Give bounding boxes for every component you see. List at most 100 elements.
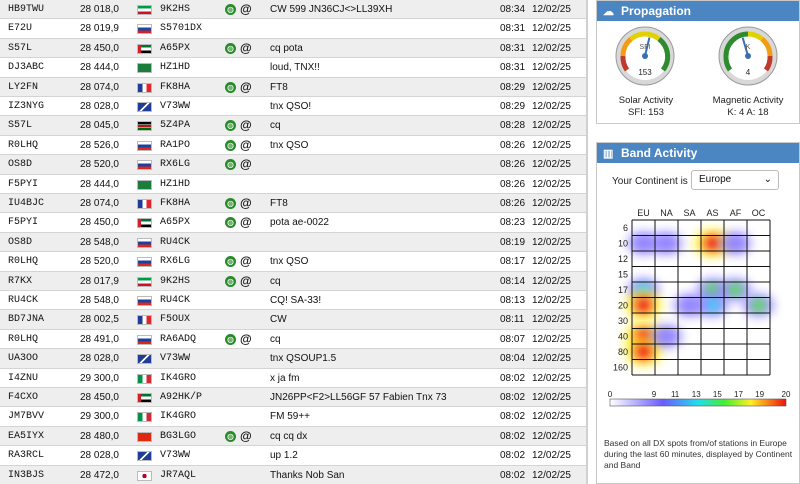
- spotter-call[interactable]: R0LHQ: [8, 330, 38, 349]
- dx-call[interactable]: A92HK/P: [160, 388, 202, 407]
- dx-call[interactable]: HZ1HD: [160, 58, 190, 77]
- globe-icon[interactable]: ◍: [225, 333, 236, 345]
- spotter-call[interactable]: S57L: [8, 116, 32, 135]
- dx-call[interactable]: 9K2HS: [160, 0, 190, 19]
- spot-row[interactable]: LY2FN 28 074,0 FK8HA ◍ @ FT8 08:29 12/02/25: [0, 77, 588, 97]
- dx-call[interactable]: 5Z4PA: [160, 116, 190, 135]
- email-at-icon[interactable]: @: [240, 116, 252, 135]
- spot-row[interactable]: R0LHQ 28 526,0 RA1PO ◍ @ tnx QSO 08:26 12/02/25: [0, 135, 588, 156]
- dx-call[interactable]: 9K2HS: [160, 272, 190, 291]
- dx-call[interactable]: RA1PO: [160, 136, 190, 155]
- email-at-icon[interactable]: @: [240, 252, 252, 271]
- spotter-call[interactable]: E72U: [8, 19, 32, 38]
- dx-call[interactable]: V73WW: [160, 349, 190, 368]
- email-at-icon[interactable]: @: [240, 330, 252, 349]
- email-at-icon[interactable]: @: [240, 213, 252, 232]
- spotter-call[interactable]: UA3OO: [8, 349, 38, 368]
- dx-call[interactable]: A65PX: [160, 213, 190, 232]
- spot-row[interactable]: OS8D 28 548,0 RU4CK 08:19 12/02/25: [0, 232, 588, 253]
- spot-row[interactable]: R7KX 28 017,9 9K2HS ◍ @ cq 08:14 12/02/25: [0, 271, 588, 291]
- dx-call[interactable]: V73WW: [160, 97, 190, 116]
- spot-row[interactable]: F5PYI 28 450,0 A65PX ◍ @ pota ae-0022 08:23 12/…: [0, 213, 588, 233]
- spot-row[interactable]: OS8D 28 520,0 RX6LG ◍ @08:26 12/02/25: [0, 155, 588, 175]
- dx-call[interactable]: S5701DX: [160, 19, 202, 38]
- spotter-call[interactable]: RU4CK: [8, 291, 38, 310]
- spotter-call[interactable]: R0LHQ: [8, 252, 38, 271]
- dx-call[interactable]: RX6LG: [160, 155, 190, 174]
- spotter-call[interactable]: F5PYI: [8, 213, 38, 232]
- spot-row[interactable]: E72U 28 019,9 S5701DX 08:31 12/02/25: [0, 19, 588, 39]
- dx-call[interactable]: A65PX: [160, 39, 190, 58]
- email-at-icon[interactable]: @: [240, 78, 252, 97]
- spotter-call[interactable]: F5PYI: [8, 175, 38, 194]
- spotter-call[interactable]: IU4BJC: [8, 194, 44, 213]
- email-at-icon[interactable]: @: [240, 194, 252, 213]
- spotter-call[interactable]: BD7JNA: [8, 310, 44, 329]
- spot-row[interactable]: DJ3ABC 28 444,0 HZ1HD loud, TNX!! 08:31 12/02…: [0, 58, 588, 78]
- dx-call[interactable]: RU4CK: [160, 291, 190, 310]
- spotter-call[interactable]: F4CXO: [8, 388, 38, 407]
- dx-call[interactable]: FK8HA: [160, 78, 190, 97]
- spotter-call[interactable]: IZ3NYG: [8, 97, 44, 116]
- spotter-call[interactable]: OS8D: [8, 233, 32, 252]
- spot-row[interactable]: BD7JNA 28 002,5 F5OUX CW 08:11 12/02/25: [0, 310, 588, 330]
- email-at-icon[interactable]: @: [240, 0, 252, 19]
- spotter-call[interactable]: R7KX: [8, 272, 32, 291]
- dx-call[interactable]: V73WW: [160, 446, 190, 465]
- spotter-call[interactable]: R0LHQ: [8, 136, 38, 155]
- globe-icon[interactable]: ◍: [225, 159, 236, 171]
- globe-icon[interactable]: ◍: [225, 198, 236, 209]
- globe-icon[interactable]: ◍: [225, 256, 236, 268]
- dx-call[interactable]: JR7AQL: [160, 466, 196, 484]
- email-at-icon[interactable]: @: [240, 136, 252, 155]
- spot-row[interactable]: S57L 28 045,0 5Z4PA ◍ @ cq 08:28 12/02/25: [0, 116, 588, 136]
- spot-row[interactable]: JM7BVV 29 300,0 IK4GRO FM 59++ 08:02 12/02/25: [0, 407, 588, 427]
- spot-row[interactable]: R0LHQ 28 491,0 RA6ADQ ◍ @ cq 08:07 12/02/25: [0, 329, 588, 350]
- email-at-icon[interactable]: @: [240, 272, 252, 291]
- spot-row[interactable]: IU4BJC 28 074,0 FK8HA ◍ @ FT8 08:26 12/02/25: [0, 194, 588, 214]
- globe-icon[interactable]: ◍: [225, 42, 236, 54]
- globe-icon[interactable]: ◍: [225, 120, 236, 132]
- email-at-icon[interactable]: @: [240, 155, 252, 174]
- dx-call[interactable]: RA6ADQ: [160, 330, 196, 349]
- globe-icon[interactable]: ◍: [225, 275, 236, 287]
- spotter-call[interactable]: EA5IYX: [8, 427, 44, 446]
- spotter-call[interactable]: OS8D: [8, 155, 32, 174]
- globe-icon[interactable]: ◍: [225, 217, 236, 229]
- spot-row[interactable]: F5PYI 28 444,0 HZ1HD 08:26 12/02/25: [0, 174, 588, 194]
- dx-call[interactable]: RX6LG: [160, 252, 190, 271]
- spotter-call[interactable]: IN3BJS: [8, 466, 44, 484]
- spot-row[interactable]: HB9TWU 28 018,0 9K2HS ◍ @ CW 599 JN36CJ<>LL39…: [0, 0, 588, 20]
- spotter-call[interactable]: JM7BVV: [8, 407, 44, 426]
- spot-row[interactable]: F4CXO 28 450,0 A92HK/P JN26PP<F2>LL56GF 57 …: [0, 388, 588, 408]
- dx-call[interactable]: FK8HA: [160, 194, 190, 213]
- spot-row[interactable]: EA5IYX 28 480,0 BG3LGO ◍ @ cq cq dx 08:02 12/02…: [0, 426, 588, 447]
- dx-call[interactable]: IK4GRO: [160, 407, 196, 426]
- spot-row[interactable]: IN3BJS 28 472,0 JR7AQL Thanks Nob San 08:02 1…: [0, 465, 588, 484]
- spot-row[interactable]: RA3RCL 28 028,0 V73WW up 1.2 08:02 12/02/25: [0, 446, 588, 466]
- email-at-icon[interactable]: @: [240, 39, 252, 58]
- email-at-icon[interactable]: @: [240, 427, 252, 446]
- continent-select[interactable]: Europe ⌄: [691, 170, 779, 190]
- spotter-call[interactable]: HB9TWU: [8, 0, 44, 19]
- globe-icon[interactable]: ◍: [225, 430, 236, 442]
- spot-row[interactable]: IZ3NYG 28 028,0 V73WW tnx QSO! 08:29 12/02/25: [0, 97, 588, 117]
- globe-icon[interactable]: ◍: [225, 139, 236, 151]
- globe-icon[interactable]: ◍: [225, 81, 236, 93]
- dx-call[interactable]: RU4CK: [160, 233, 190, 252]
- spotter-call[interactable]: LY2FN: [8, 78, 38, 97]
- dx-call[interactable]: BG3LGO: [160, 427, 196, 446]
- spot-row[interactable]: S57L 28 450,0 A65PX ◍ @ cq pota 08:31 12/02/25: [0, 38, 588, 59]
- spot-row[interactable]: RU4CK 28 548,0 RU4CK CQ! SA-33! 08:13 12/02/2…: [0, 291, 588, 311]
- spot-row[interactable]: UA3OO 28 028,0 V73WW tnx QSOUP1.5 08:04 12/02…: [0, 349, 588, 369]
- spotter-call[interactable]: S57L: [8, 39, 32, 58]
- dx-call[interactable]: F5OUX: [160, 310, 190, 329]
- spotter-call[interactable]: I4ZNU: [8, 369, 38, 388]
- globe-icon[interactable]: ◍: [225, 4, 236, 15]
- spotter-call[interactable]: RA3RCL: [8, 446, 44, 465]
- dx-call[interactable]: HZ1HD: [160, 175, 190, 194]
- spotter-call[interactable]: DJ3ABC: [8, 58, 44, 77]
- spot-row[interactable]: R0LHQ 28 520,0 RX6LG ◍ @ tnx QSO 08:17 12/02/25: [0, 252, 588, 272]
- dx-call[interactable]: IK4GRO: [160, 369, 196, 388]
- spot-row[interactable]: I4ZNU 29 300,0 IK4GRO x ja fm 08:02 12/02/25: [0, 368, 588, 388]
